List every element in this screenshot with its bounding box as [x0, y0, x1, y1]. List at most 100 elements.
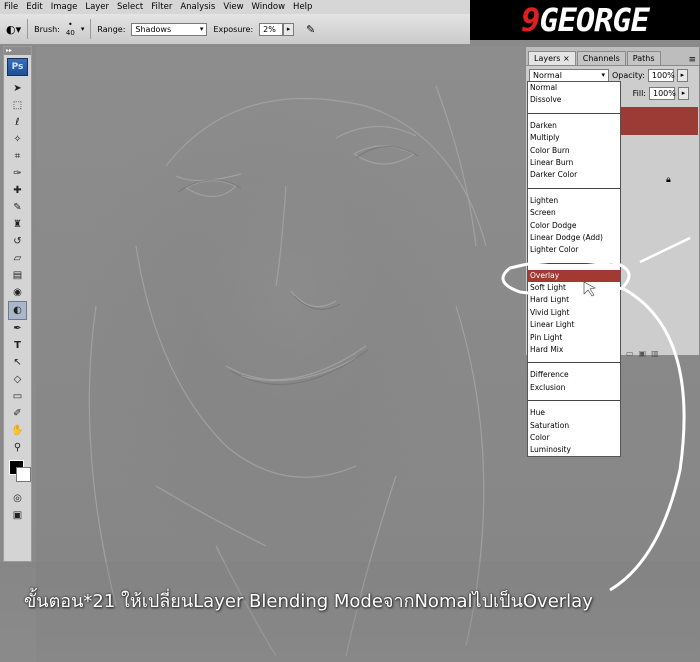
- menu-item-analysis[interactable]: Analysis: [180, 2, 215, 12]
- opacity-label: Opacity:: [612, 70, 645, 80]
- history-brush-tool-icon[interactable]: ↺: [8, 233, 27, 250]
- tab-channels[interactable]: Channels: [576, 51, 626, 65]
- blend-mode-hue[interactable]: Hue: [528, 407, 620, 419]
- blend-mode-lighten[interactable]: Lighten: [528, 195, 620, 207]
- fill-input[interactable]: 100%: [649, 86, 676, 100]
- quick-mask-icon[interactable]: ◎: [8, 490, 27, 507]
- logo-text: GEORGE: [539, 1, 650, 39]
- blend-mode-linear-burn[interactable]: Linear Burn: [528, 157, 620, 169]
- blend-mode-vivid-light[interactable]: Vivid Light: [528, 307, 620, 319]
- brush-preset-picker[interactable]: • 40: [66, 20, 75, 38]
- new-group-icon[interactable]: ▭: [626, 349, 634, 358]
- blend-mode-color[interactable]: Color: [528, 432, 620, 444]
- exposure-slider-arrow-icon[interactable]: ▸: [283, 22, 295, 36]
- menu-item-view[interactable]: View: [223, 2, 243, 12]
- exposure-input[interactable]: 2%: [259, 22, 284, 36]
- eyedropper-sample-tool-icon[interactable]: ✐: [8, 405, 27, 422]
- fill-label: Fill:: [632, 88, 646, 98]
- opacity-arrow-icon[interactable]: ▸: [676, 68, 688, 82]
- panel-grip[interactable]: ▸▸: [4, 47, 31, 55]
- menu-item-filter[interactable]: Filter: [151, 2, 172, 12]
- exposure-value: 2%: [263, 24, 276, 34]
- pen-tool-icon[interactable]: ✒: [8, 320, 27, 337]
- notes-tool-icon[interactable]: ▭: [8, 388, 27, 405]
- opacity-input[interactable]: 100%: [647, 68, 675, 82]
- divider: [528, 187, 620, 189]
- fill-arrow-icon[interactable]: ▸: [678, 86, 689, 100]
- blend-mode-darken[interactable]: Darken: [528, 120, 620, 132]
- eraser-tool-icon[interactable]: ▱: [8, 250, 27, 267]
- blend-mode-linear-dodge-add[interactable]: Linear Dodge (Add): [528, 232, 620, 244]
- new-layer-icon[interactable]: ▣: [639, 349, 647, 358]
- blend-mode-color-dodge[interactable]: Color Dodge: [528, 220, 620, 232]
- gradient-tool-icon[interactable]: ▤: [8, 267, 27, 284]
- tab-paths[interactable]: Paths: [626, 51, 661, 65]
- blend-mode-screen[interactable]: Screen: [528, 207, 620, 219]
- airbrush-icon[interactable]: ✎: [306, 23, 315, 36]
- blend-mode-darker-color[interactable]: Darker Color: [528, 169, 620, 181]
- blend-mode-overlay[interactable]: Overlay: [528, 269, 620, 283]
- zoom-tool-icon[interactable]: ⚲: [8, 439, 27, 456]
- dodge-tool-selected-icon[interactable]: ◐: [8, 301, 27, 320]
- panel-tabs: Layers × Channels Paths ≡: [526, 47, 699, 66]
- panel-menu-icon[interactable]: ≡: [688, 55, 696, 65]
- menu-item-edit[interactable]: Edit: [26, 2, 42, 12]
- blend-mode-value: Normal: [533, 70, 562, 80]
- tab-layers[interactable]: Layers ×: [528, 51, 576, 65]
- blur-tool-icon[interactable]: ◉: [8, 284, 27, 301]
- blend-mode-dissolve[interactable]: Dissolve: [528, 94, 620, 106]
- blend-mode-dropdown[interactable]: Normal Dissolve Darken Multiply Color Burn Li…: [527, 81, 621, 457]
- chevron-down-icon: ▾: [601, 71, 605, 79]
- tab-label: Paths: [632, 54, 655, 63]
- blend-mode-color-burn[interactable]: Color Burn: [528, 145, 620, 157]
- blend-mode-exclusion[interactable]: Exclusion: [528, 382, 620, 394]
- blend-mode-normal[interactable]: Normal: [528, 82, 620, 94]
- logo-accent: 9: [521, 1, 540, 39]
- blend-mode-lighter-color[interactable]: Lighter Color: [528, 244, 620, 256]
- panel-footer: ▭ ▣ ▥: [626, 349, 659, 358]
- color-swatches[interactable]: [8, 460, 31, 486]
- blend-mode-multiply[interactable]: Multiply: [528, 132, 620, 144]
- crop-tool-icon[interactable]: ⌗: [8, 148, 27, 165]
- healing-brush-tool-icon[interactable]: ✚: [8, 182, 27, 199]
- blend-mode-hard-mix[interactable]: Hard Mix: [528, 344, 620, 356]
- marquee-tool-icon[interactable]: ⬚: [8, 97, 27, 114]
- close-icon[interactable]: ×: [563, 54, 570, 63]
- eyedropper-tool-icon[interactable]: ✑: [8, 165, 27, 182]
- range-select[interactable]: Shadows ▾: [131, 22, 208, 36]
- tab-label: Channels: [582, 54, 620, 63]
- lock-icon: 🔒︎: [666, 175, 671, 185]
- type-tool-icon[interactable]: T: [8, 337, 27, 354]
- screen-mode-icon[interactable]: ▣: [8, 507, 27, 524]
- lasso-tool-icon[interactable]: ℓ: [8, 114, 27, 131]
- menu-item-help[interactable]: Help: [293, 2, 312, 12]
- blend-mode-saturation[interactable]: Saturation: [528, 420, 620, 432]
- menu-item-select[interactable]: Select: [117, 2, 143, 12]
- hand-tool-icon[interactable]: ✋: [8, 422, 27, 439]
- clone-stamp-tool-icon[interactable]: ♜: [8, 216, 27, 233]
- menu-item-window[interactable]: Window: [252, 2, 286, 12]
- blend-mode-linear-light[interactable]: Linear Light: [528, 319, 620, 331]
- range-value: Shadows: [135, 24, 172, 34]
- blend-mode-difference[interactable]: Difference: [528, 369, 620, 381]
- blend-mode-soft-light[interactable]: Soft Light: [528, 282, 620, 294]
- background-color[interactable]: [16, 467, 31, 482]
- move-tool-icon[interactable]: ➤: [8, 80, 27, 97]
- blend-mode-pin-light[interactable]: Pin Light: [528, 332, 620, 344]
- blend-mode-hard-light[interactable]: Hard Light: [528, 294, 620, 306]
- trash-icon[interactable]: ▥: [651, 349, 659, 358]
- dodge-tool-icon[interactable]: ◐▾: [6, 23, 21, 36]
- shape-tool-icon[interactable]: ◇: [8, 371, 27, 388]
- blend-mode-luminosity[interactable]: Luminosity: [528, 444, 620, 456]
- magic-wand-tool-icon[interactable]: ✧: [8, 131, 27, 148]
- blend-mode-select[interactable]: Normal ▾: [529, 68, 609, 82]
- menu-item-layer[interactable]: Layer: [85, 2, 109, 12]
- path-selection-tool-icon[interactable]: ↖: [8, 354, 27, 371]
- brush-size: 40: [65, 29, 75, 37]
- exposure-label: Exposure:: [213, 24, 254, 34]
- ps-badge[interactable]: Ps: [7, 58, 28, 76]
- brush-tool-icon[interactable]: ✎: [8, 199, 27, 216]
- menu-item-image[interactable]: Image: [51, 2, 78, 12]
- chevron-down-icon[interactable]: ▾: [81, 25, 85, 33]
- menu-item-file[interactable]: File: [4, 2, 18, 12]
